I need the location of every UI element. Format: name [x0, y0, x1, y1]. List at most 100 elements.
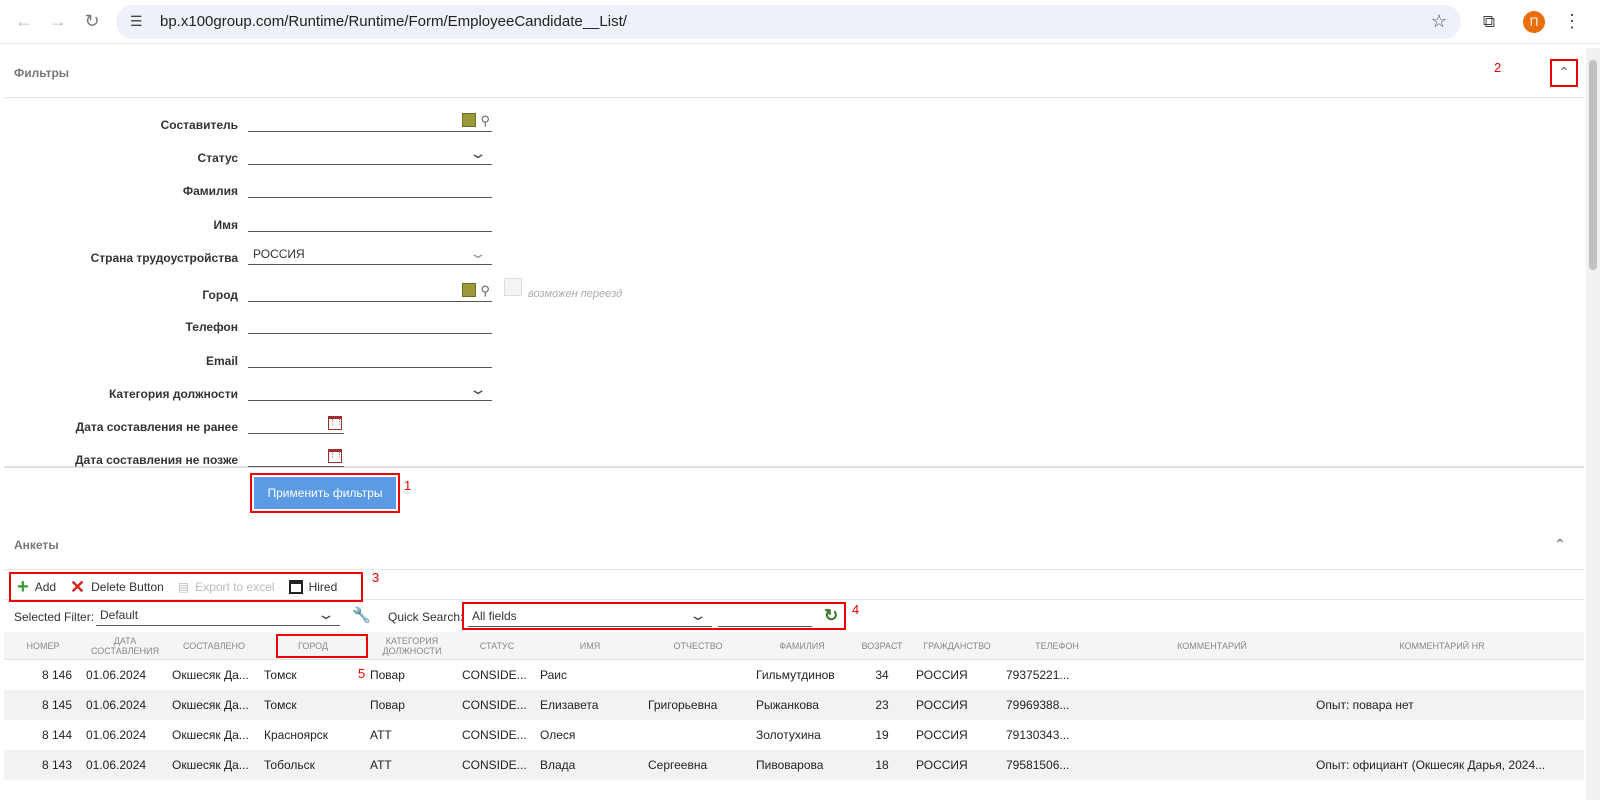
date-from-input[interactable]: ⋮⋮ — [248, 412, 344, 434]
collapse-grid-button[interactable]: ⌃ — [1546, 531, 1574, 559]
selected-filter-label: Selected Filter: — [14, 610, 95, 624]
hired-button[interactable]: Hired — [288, 580, 337, 594]
lastname-input[interactable] — [248, 176, 492, 198]
table-cell: CONSIDE... — [462, 698, 527, 712]
table-row[interactable]: 8 143 01.06.2024 Окшесяк Да... Тобольск АТТ C… — [4, 750, 1584, 780]
filter-email: Email — [4, 346, 492, 368]
delete-button[interactable]: ✕ Delete Button — [70, 577, 164, 598]
column-header[interactable]: КОММЕНТАРИЙ HR — [1312, 641, 1572, 651]
city-column-highlight — [276, 634, 368, 658]
table-cell: Томск — [264, 698, 297, 712]
country-label: Страна трудоустройства — [90, 251, 238, 265]
calendar-icon[interactable]: ⋮⋮ — [328, 415, 343, 430]
table-cell: 79130343... — [1006, 728, 1070, 742]
city-label: Город — [202, 288, 238, 302]
position-category-select[interactable]: ⌄ — [248, 379, 492, 401]
filter-country: Страна трудоустройства РОССИЯ ⌄ — [4, 243, 492, 265]
page-scrollbar[interactable] — [1586, 48, 1600, 800]
email-input[interactable] — [248, 346, 492, 368]
search-icon[interactable]: ⚲ — [480, 113, 490, 129]
column-header[interactable]: СОСТАВЛЕНО — [168, 641, 260, 651]
table-cell: АТТ — [370, 758, 392, 772]
column-header[interactable]: ОТЧЕСТВО — [644, 641, 752, 651]
table-cell: 18 — [875, 758, 889, 772]
table-cell: РОССИЯ — [916, 758, 968, 772]
column-header[interactable]: НОМЕР — [4, 641, 82, 651]
lookup-list-icon[interactable] — [462, 112, 477, 127]
date-from-label: Дата составления не ранее — [75, 420, 238, 434]
table-cell: CONSIDE... — [462, 758, 527, 772]
table-cell: Красноярск — [264, 728, 329, 742]
grid-header: Анкеты ⌃ — [4, 520, 1584, 570]
table-cell: 01.06.2024 — [86, 698, 147, 712]
profile-avatar[interactable]: П — [1523, 10, 1545, 33]
table-row[interactable]: 8 146 01.06.2024 Окшесяк Да... Томск Повар CO… — [4, 660, 1584, 690]
calendar-icon[interactable]: ⋮⋮ — [328, 448, 343, 463]
column-header[interactable]: ИМЯ — [536, 641, 644, 651]
selected-filter-select[interactable]: Default ⌄ — [96, 604, 340, 626]
filters-header: Фильтры ⌃ — [4, 48, 1584, 98]
site-settings-icon[interactable]: ☰ — [130, 13, 152, 30]
table-cell: РОССИЯ — [916, 728, 968, 742]
table-cell: Опыт: официант (Окшесяк Дарья, 2024... — [1316, 758, 1546, 772]
relocation-checkbox[interactable] — [504, 278, 522, 296]
quick-search-scope-select[interactable]: All fields ⌄ — [468, 605, 712, 627]
column-header[interactable]: ГРАЖДАНСТВО — [912, 641, 1002, 651]
table-row[interactable]: 8 145 01.06.2024 Окшесяк Да... Томск Повар CO… — [4, 690, 1584, 720]
date-to-input[interactable]: ⋮⋮ — [248, 445, 344, 467]
filters-title: Фильтры — [14, 65, 70, 80]
table-cell: Сергеевна — [648, 758, 708, 772]
column-header[interactable]: СТАТУС — [458, 641, 536, 651]
url-text[interactable]: bp.x100group.com/Runtime/Runtime/Form/Em… — [160, 13, 1431, 30]
candidates-table: НОМЕР ДАТА СОСТАВЛЕНИЯ СОСТАВЛЕНО ГОРОД КАТЕ… — [4, 632, 1584, 780]
table-header: НОМЕР ДАТА СОСТАВЛЕНИЯ СОСТАВЛЕНО ГОРОД КАТЕ… — [4, 632, 1584, 660]
extensions-icon[interactable]: ⧉ — [1471, 12, 1507, 32]
date-to-label: Дата составления не позже — [74, 453, 238, 467]
table-cell: Влада — [540, 758, 576, 772]
bookmark-star-icon[interactable]: ☆ — [1431, 11, 1447, 32]
table-cell: Елизавета — [540, 698, 599, 712]
table-cell: Рыжанкова — [756, 698, 819, 712]
filter-firstname: Имя — [4, 210, 492, 232]
column-header[interactable]: ТЕЛЕФОН — [1002, 641, 1112, 651]
table-cell: Григорьевна — [648, 698, 718, 712]
wrench-icon[interactable]: 🔧 — [352, 606, 371, 624]
search-icon[interactable]: ⚲ — [480, 283, 490, 299]
column-header[interactable]: ДАТА СОСТАВЛЕНИЯ — [82, 636, 168, 656]
column-header[interactable]: КАТЕГОРИЯ ДОЛЖНОСТИ — [366, 636, 458, 656]
scrollbar-thumb[interactable] — [1589, 60, 1597, 270]
status-select[interactable]: ⌄ — [248, 143, 492, 165]
table-row[interactable]: 8 144 01.06.2024 Окшесяк Да... Красноярск АТ… — [4, 720, 1584, 750]
table-cell: 23 — [875, 698, 889, 712]
filter-phone: Телефон — [4, 312, 492, 334]
country-select[interactable]: РОССИЯ ⌄ — [248, 243, 492, 265]
quick-search-input[interactable] — [718, 605, 812, 627]
column-header[interactable]: ФАМИЛИЯ — [752, 641, 852, 651]
table-cell: АТТ — [370, 728, 392, 742]
position-category-label: Категория должности — [108, 387, 238, 401]
apply-button-highlight: Применить фильтры — [250, 473, 400, 513]
lookup-list-icon[interactable] — [462, 282, 477, 297]
composer-field[interactable]: ⚲ — [248, 110, 492, 132]
table-body: 8 146 01.06.2024 Окшесяк Да... Томск Повар CO… — [4, 660, 1584, 780]
reload-icon[interactable]: ↻ — [76, 6, 108, 38]
table-cell: Гильмутдинов — [756, 668, 835, 682]
table-cell: Раис — [540, 668, 567, 682]
apply-filters-button[interactable]: Применить фильтры — [254, 477, 396, 509]
add-button[interactable]: + Add — [17, 577, 56, 597]
export-excel-button[interactable]: ▤ Export to excel — [178, 580, 275, 594]
refresh-icon[interactable]: ↻ — [824, 606, 838, 626]
firstname-input[interactable] — [248, 210, 492, 232]
table-cell: 19 — [875, 728, 889, 742]
column-header[interactable]: ВОЗРАСТ — [852, 641, 912, 651]
table-cell: Олеся — [540, 728, 576, 742]
column-header[interactable]: КОММЕНТАРИЙ — [1112, 641, 1312, 651]
browser-menu-icon[interactable]: ⋮ — [1563, 11, 1581, 32]
city-field[interactable]: ⚲ — [248, 280, 492, 302]
collapse-filters-button[interactable]: ⌃ — [1550, 58, 1578, 87]
address-bar[interactable]: ☰ bp.x100group.com/Runtime/Runtime/Form/… — [116, 4, 1461, 39]
phone-input[interactable] — [248, 312, 492, 334]
forward-icon[interactable]: → — [42, 6, 74, 38]
back-icon[interactable]: ← — [8, 6, 40, 38]
table-cell: CONSIDE... — [462, 668, 527, 682]
